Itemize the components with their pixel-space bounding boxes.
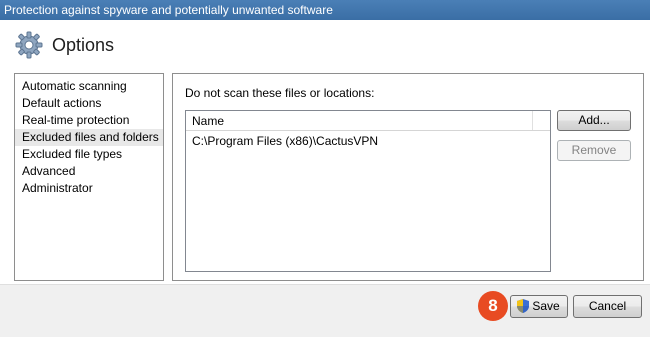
- remove-button[interactable]: Remove: [557, 140, 631, 161]
- options-nav-list: Automatic scanning Default actions Real-…: [14, 73, 164, 281]
- options-content: Automatic scanning Default actions Real-…: [0, 70, 650, 284]
- uac-shield-icon: [517, 299, 529, 313]
- step-badge: 8: [478, 291, 508, 321]
- options-header: Options: [0, 20, 650, 70]
- add-button[interactable]: Add...: [557, 110, 631, 131]
- save-button-label: Save: [532, 299, 560, 313]
- nav-item-automatic-scanning[interactable]: Automatic scanning: [15, 78, 163, 95]
- column-header-name[interactable]: Name: [186, 111, 550, 131]
- dialog-footer: 8 Save Cancel: [0, 284, 650, 337]
- excluded-files-panel: Do not scan these files or locations: Na…: [172, 73, 644, 281]
- nav-item-default-actions[interactable]: Default actions: [15, 95, 163, 112]
- window-titlebar: Protection against spyware and potential…: [0, 0, 650, 20]
- save-button[interactable]: Save: [510, 295, 568, 318]
- options-window: Protection against spyware and potential…: [0, 0, 650, 337]
- list-item[interactable]: C:\Program Files (x86)\CactusVPN: [186, 131, 550, 151]
- column-divider[interactable]: [532, 111, 533, 130]
- nav-item-real-time-protection[interactable]: Real-time protection: [15, 112, 163, 129]
- nav-item-administrator[interactable]: Administrator: [15, 180, 163, 197]
- gear-icon: [15, 31, 43, 59]
- page-title: Options: [52, 35, 115, 55]
- nav-item-excluded-file-types[interactable]: Excluded file types: [15, 146, 163, 163]
- nav-item-excluded-files-and-folders[interactable]: Excluded files and folders: [15, 129, 163, 146]
- cancel-button[interactable]: Cancel: [573, 295, 642, 318]
- excluded-locations-list[interactable]: Name C:\Program Files (x86)\CactusVPN: [185, 110, 551, 272]
- panel-heading: Do not scan these files or locations:: [185, 86, 375, 100]
- nav-item-advanced[interactable]: Advanced: [15, 163, 163, 180]
- column-header-label: Name: [192, 114, 225, 128]
